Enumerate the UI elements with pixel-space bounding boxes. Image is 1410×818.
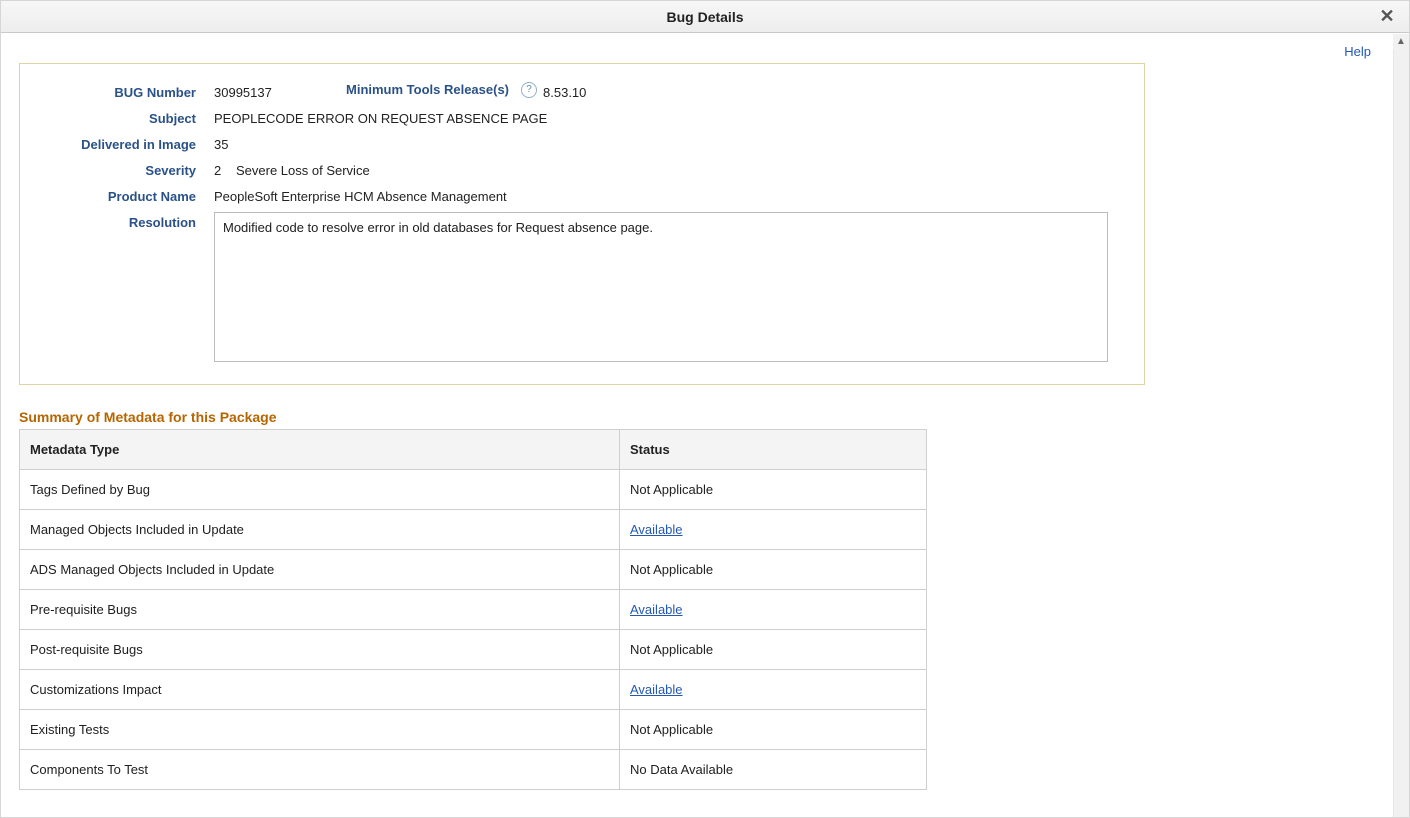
row-resolution: Resolution Modified code to resolve erro… — [38, 212, 1126, 362]
metadata-type-cell: Post-requisite Bugs — [20, 630, 620, 670]
status-link[interactable]: Available — [630, 602, 683, 617]
subject-label: Subject — [38, 108, 214, 130]
delivered-value: 35 — [214, 134, 228, 156]
row-bug-number: BUG Number 30995137 Minimum Tools Releas… — [38, 82, 1126, 104]
severity-text: Severe Loss of Service — [236, 160, 370, 182]
product-label: Product Name — [38, 186, 214, 208]
severity-code: 2 — [214, 160, 236, 182]
status-cell: No Data Available — [620, 750, 927, 790]
table-row: Existing TestsNot Applicable — [20, 710, 927, 750]
bug-number-value: 30995137 — [214, 82, 306, 104]
status-link[interactable]: Available — [630, 682, 683, 697]
row-delivered: Delivered in Image 35 — [38, 134, 1126, 156]
metadata-type-cell: Customizations Impact — [20, 670, 620, 710]
metadata-type-cell: Components To Test — [20, 750, 620, 790]
status-cell: Available — [620, 590, 927, 630]
table-header-row: Metadata Type Status — [20, 430, 927, 470]
min-tools-label: Minimum Tools Release(s) — [306, 82, 515, 97]
metadata-type-cell: Pre-requisite Bugs — [20, 590, 620, 630]
row-severity: Severity 2 Severe Loss of Service — [38, 160, 1126, 182]
status-cell: Not Applicable — [620, 710, 927, 750]
window: Bug Details ✕ ▲ Help BUG Number 30995137… — [0, 0, 1410, 818]
metadata-type-cell: Managed Objects Included in Update — [20, 510, 620, 550]
status-cell: Not Applicable — [620, 630, 927, 670]
help-icon[interactable]: ? — [521, 82, 537, 98]
metadata-type-cell: Tags Defined by Bug — [20, 470, 620, 510]
status-cell: Not Applicable — [620, 470, 927, 510]
content-area: Help BUG Number 30995137 Minimum Tools R… — [1, 34, 1393, 817]
status-cell: Available — [620, 670, 927, 710]
status-header: Status — [620, 430, 927, 470]
status-cell: Available — [620, 510, 927, 550]
title-bar: Bug Details ✕ — [1, 1, 1409, 33]
help-row: Help — [19, 34, 1375, 63]
bug-number-label: BUG Number — [38, 82, 214, 104]
status-cell: Not Applicable — [620, 550, 927, 590]
min-tools-value: 8.53.10 — [543, 82, 586, 104]
metadata-table: Metadata Type Status Tags Defined by Bug… — [19, 429, 927, 790]
table-row: Customizations Impact Available — [20, 670, 927, 710]
product-value: PeopleSoft Enterprise HCM Absence Manage… — [214, 186, 507, 208]
scroll-up-icon[interactable]: ▲ — [1393, 34, 1409, 50]
help-link[interactable]: Help — [1344, 44, 1371, 59]
resolution-text: Modified code to resolve error in old da… — [214, 212, 1108, 362]
status-link[interactable]: Available — [630, 522, 683, 537]
bug-fields-box: BUG Number 30995137 Minimum Tools Releas… — [19, 63, 1145, 385]
metadata-type-header: Metadata Type — [20, 430, 620, 470]
table-row: ADS Managed Objects Included in UpdateNo… — [20, 550, 927, 590]
table-row: Pre-requisite Bugs Available — [20, 590, 927, 630]
row-product: Product Name PeopleSoft Enterprise HCM A… — [38, 186, 1126, 208]
metadata-type-cell: Existing Tests — [20, 710, 620, 750]
metadata-type-cell: ADS Managed Objects Included in Update — [20, 550, 620, 590]
row-subject: Subject PEOPLECODE ERROR ON REQUEST ABSE… — [38, 108, 1126, 130]
table-row: Managed Objects Included in Update Availa… — [20, 510, 927, 550]
scrollbar[interactable]: ▲ — [1393, 34, 1409, 817]
table-row: Post-requisite BugsNot Applicable — [20, 630, 927, 670]
severity-label: Severity — [38, 160, 214, 182]
table-row: Tags Defined by BugNot Applicable — [20, 470, 927, 510]
metadata-section-title: Summary of Metadata for this Package — [19, 409, 1375, 425]
close-icon[interactable]: ✕ — [1371, 1, 1403, 33]
window-title: Bug Details — [666, 9, 743, 25]
delivered-label: Delivered in Image — [38, 134, 214, 156]
table-row: Components To TestNo Data Available — [20, 750, 927, 790]
subject-value: PEOPLECODE ERROR ON REQUEST ABSENCE PAGE — [214, 108, 547, 130]
resolution-label: Resolution — [38, 212, 214, 234]
